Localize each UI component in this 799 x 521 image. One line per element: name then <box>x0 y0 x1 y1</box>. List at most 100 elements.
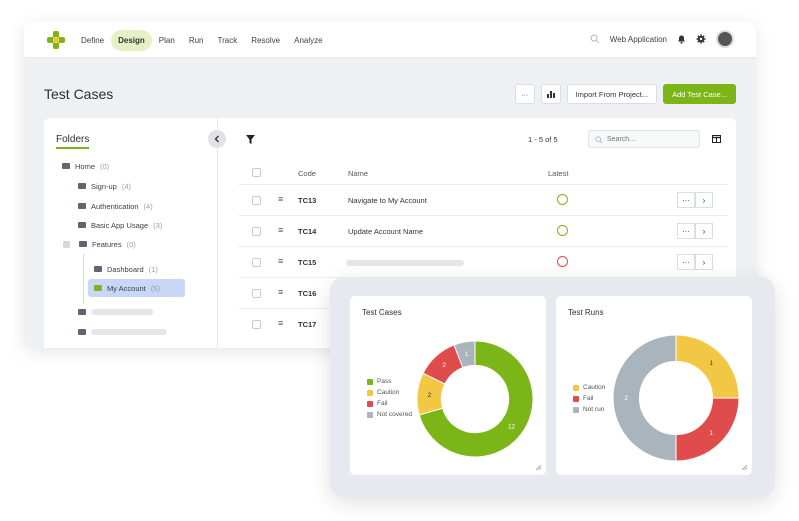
tree-item-count: (3) <box>153 220 163 230</box>
donut-slice-label: 2 <box>624 395 628 402</box>
row-more-button[interactable]: ··· <box>677 192 695 208</box>
tree-item-features[interactable]: Features (0) <box>63 236 136 252</box>
folder-icon <box>78 329 86 335</box>
table-row[interactable]: ≡ TC14 Update Account Name ··· › <box>238 215 728 246</box>
collapse-toggle-icon[interactable] <box>63 240 70 248</box>
drag-handle-icon[interactable]: ≡ <box>278 318 283 328</box>
drag-handle-icon[interactable]: ≡ <box>278 256 283 266</box>
bell-icon[interactable] <box>677 34 686 44</box>
add-test-case-button[interactable]: Add Test Case... <box>663 84 736 104</box>
tree-item-label: Features <box>92 239 122 249</box>
folder-icon <box>79 241 87 247</box>
import-from-project-button[interactable]: Import From Project... <box>566 84 658 104</box>
select-all-checkbox[interactable] <box>252 168 261 177</box>
donut-slice-label: 1 <box>709 430 713 437</box>
nav-define[interactable]: Define <box>74 30 111 51</box>
tree-item-home[interactable]: Home (0) <box>62 158 109 174</box>
row-more-button[interactable]: ··· <box>677 223 695 239</box>
folder-icon <box>78 203 86 209</box>
tree-item-label: Dashboard <box>107 264 144 274</box>
table-row[interactable]: ≡ TC13 Navigate to My Account ··· › <box>238 184 728 215</box>
chart-view-button[interactable] <box>540 84 561 104</box>
donut-slice-caution[interactable] <box>675 334 740 399</box>
column-header-name[interactable]: Name <box>348 169 368 178</box>
tree-item-dashboard[interactable]: Dashboard (1) <box>94 261 158 277</box>
resize-handle-icon[interactable] <box>742 465 747 470</box>
fail-frown-icon <box>557 256 568 267</box>
legend-label: Caution <box>583 384 606 391</box>
chart-card-test-cases: Test Cases Pass Caution Fail Not covered… <box>350 296 546 475</box>
chart-legend: Pass Caution Fail Not covered <box>367 376 412 420</box>
bar-chart-icon <box>546 91 555 98</box>
folders-sidebar: Folders Home (0) Sign-up (4) Authenticat… <box>44 118 218 348</box>
tree-item-authentication[interactable]: Authentication (4) <box>78 198 153 214</box>
donut-slice-fail[interactable] <box>675 397 740 462</box>
row-checkbox[interactable] <box>252 320 261 329</box>
tree-item-placeholder <box>78 304 153 320</box>
row-code: TC13 <box>298 196 317 205</box>
row-name: Update Account Name <box>348 227 424 236</box>
legend-item: Pass <box>367 376 412 387</box>
tree-item-placeholder <box>78 324 167 340</box>
tree-item-basic-app-usage[interactable]: Basic App Usage (3) <box>78 217 162 233</box>
row-checkbox[interactable] <box>252 227 261 236</box>
gear-icon[interactable] <box>696 34 706 44</box>
pass-smiley-icon <box>557 225 568 236</box>
filter-icon[interactable] <box>246 135 255 144</box>
loading-skeleton <box>91 329 167 335</box>
nav-resolve[interactable]: Resolve <box>244 30 287 51</box>
tree-item-sign-up[interactable]: Sign-up (4) <box>78 178 131 194</box>
nav-plan[interactable]: Plan <box>152 30 182 51</box>
row-open-button[interactable]: › <box>695 192 713 208</box>
nav-design[interactable]: Design <box>111 30 152 51</box>
tree-item-count: (0) <box>100 161 110 171</box>
page-actions: ··· Import From Project... Add Test Case… <box>514 84 736 104</box>
app-logo-icon[interactable] <box>46 30 66 50</box>
drag-handle-icon[interactable]: ≡ <box>278 225 283 235</box>
row-checkbox[interactable] <box>252 258 261 267</box>
user-avatar[interactable] <box>716 30 734 48</box>
legend-swatch <box>573 395 579 402</box>
legend-swatch <box>367 400 373 407</box>
search-icon[interactable] <box>590 34 600 44</box>
drag-handle-icon[interactable]: ≡ <box>278 287 283 297</box>
test-runs-donut-chart: 1 1 2 <box>612 334 740 462</box>
more-options-button[interactable]: ··· <box>514 84 535 104</box>
table-row[interactable]: ≡ TC15 ··· › <box>238 246 728 277</box>
columns-layout-icon[interactable] <box>712 135 721 143</box>
nav-run[interactable]: Run <box>182 30 211 51</box>
column-header-code[interactable]: Code <box>298 169 316 178</box>
folder-icon <box>62 163 70 169</box>
donut-slice-label: 1 <box>465 351 469 358</box>
main-nav: Define Design Plan Run Track Resolve Ana… <box>74 30 330 51</box>
row-open-button[interactable]: › <box>695 223 713 239</box>
drag-handle-icon[interactable]: ≡ <box>278 194 283 204</box>
tree-item-label: My Account <box>107 283 146 293</box>
tree-item-count: (1) <box>148 264 158 274</box>
row-checkbox[interactable] <box>252 289 261 298</box>
resize-handle-icon[interactable] <box>536 465 541 470</box>
folder-icon <box>78 222 86 228</box>
project-selector[interactable]: Web Application <box>610 35 667 44</box>
row-code: TC14 <box>298 227 317 236</box>
collapse-sidebar-button[interactable] <box>208 130 226 148</box>
row-more-button[interactable]: ··· <box>677 254 695 270</box>
nav-analyze[interactable]: Analyze <box>287 30 329 51</box>
legend-swatch <box>367 389 373 396</box>
pagination-label: 1 - 5 of 5 <box>528 135 558 144</box>
tree-item-label: Authentication <box>91 201 139 211</box>
tree-item-my-account[interactable]: My Account (5) <box>88 279 185 297</box>
legend-label: Not covered <box>377 411 413 418</box>
top-right-controls: Web Application <box>590 30 734 48</box>
loading-skeleton <box>91 309 153 315</box>
nav-track[interactable]: Track <box>211 30 245 51</box>
legend-swatch <box>367 378 373 385</box>
tree-item-label: Sign-up <box>91 181 117 191</box>
row-checkbox[interactable] <box>252 196 261 205</box>
search-input[interactable] <box>607 134 695 145</box>
row-open-button[interactable]: › <box>695 254 713 270</box>
search-box[interactable] <box>588 130 700 148</box>
donut-slice-not-run[interactable] <box>612 334 677 462</box>
column-header-latest[interactable]: Latest <box>548 169 568 178</box>
legend-label: Pass <box>377 378 392 385</box>
